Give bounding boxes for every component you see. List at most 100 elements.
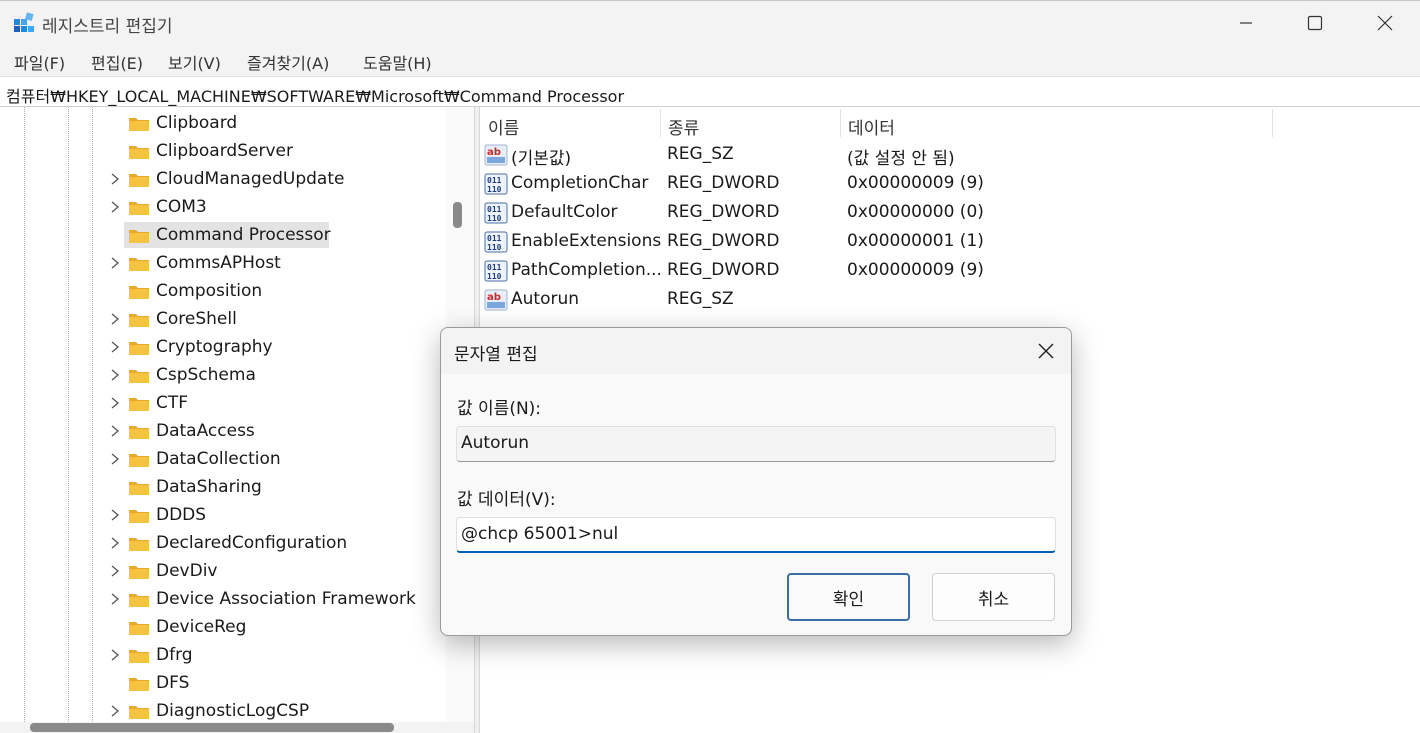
chevron-right-icon[interactable] <box>108 423 122 439</box>
tree-item-label: Dfrg <box>156 645 193 665</box>
menu-file[interactable]: 파일(F) <box>14 50 65 74</box>
tree-item[interactable]: CTF <box>0 389 446 417</box>
chevron-right-icon[interactable] <box>108 703 122 719</box>
menu-bar: 파일(F) 편집(E) 보기(V) 즐겨찾기(A) 도움말(H) <box>0 44 1420 76</box>
value-name: PathCompletion... <box>511 260 662 280</box>
tree-item-label: CommsAPHost <box>156 253 281 273</box>
value-row[interactable]: 011 110 PathCompletion... REG_DWORD 0x000000… <box>480 256 1420 285</box>
value-name: CompletionChar <box>511 173 649 193</box>
column-separator[interactable] <box>840 109 841 137</box>
tree-item[interactable]: CspSchema <box>0 361 446 389</box>
value-name: Autorun <box>511 289 580 309</box>
chevron-right-icon[interactable] <box>108 255 122 271</box>
tree-item-label: Device Association Framework <box>156 589 416 609</box>
value-data: (값 설정 안 됨) <box>847 149 955 169</box>
value-data: 0x00000009 (9) <box>847 173 984 193</box>
column-header-data[interactable]: 데이터 <box>848 114 895 139</box>
tree-item[interactable]: Clipboard <box>0 109 446 137</box>
tree-item[interactable]: DiagnosticLogCSP <box>0 697 446 725</box>
column-separator[interactable] <box>1272 109 1273 137</box>
tree-item[interactable]: DataCollection <box>0 445 446 473</box>
value-data: 0x00000009 (9) <box>847 260 984 280</box>
value-type: REG_DWORD <box>667 231 780 251</box>
column-header-type[interactable]: 종류 <box>668 114 699 139</box>
tree-item-label: CspSchema <box>156 365 256 385</box>
tree-horizontal-scroll-thumb[interactable] <box>30 723 394 732</box>
tree-item[interactable]: DDDS <box>0 501 446 529</box>
tree-item-label: CoreShell <box>156 309 237 329</box>
tree-item[interactable]: Composition <box>0 277 446 305</box>
tree-item[interactable]: Cryptography <box>0 333 446 361</box>
registry-editor-app-icon <box>14 12 34 32</box>
maximize-icon <box>1307 15 1323 31</box>
value-data-input[interactable]: @chcp 65001>nul <box>456 517 1056 553</box>
folder-icon <box>129 146 149 159</box>
dword-value-icon: 011110 <box>484 231 508 253</box>
chevron-right-icon[interactable] <box>108 451 122 467</box>
column-separator[interactable] <box>660 109 661 137</box>
chevron-right-icon[interactable] <box>108 311 122 327</box>
tree-item[interactable]: CoreShell <box>0 305 446 333</box>
key-tree-pane[interactable]: Clipboard ClipboardServer CloudManagedUpda… <box>0 107 474 733</box>
close-icon <box>1038 343 1054 359</box>
value-row[interactable]: 011 110 CompletionChar REG_DWORD 0x00000009 … <box>480 169 1420 198</box>
chevron-right-icon[interactable] <box>108 199 122 215</box>
address-bar[interactable]: 컴퓨터₩HKEY_LOCAL_MACHINE₩SOFTWARE₩Microsof… <box>0 76 1420 107</box>
value-row[interactable]: 011 110 EnableExtensions REG_DWORD 0x0000000… <box>480 227 1420 256</box>
dialog-close-button[interactable] <box>1032 337 1060 365</box>
tree-item-label: DeviceReg <box>156 617 247 637</box>
tree-item[interactable]: CommsAPHost <box>0 249 446 277</box>
address-path[interactable]: 컴퓨터₩HKEY_LOCAL_MACHINE₩SOFTWARE₩Microsof… <box>6 83 624 107</box>
tree-item[interactable]: Dfrg <box>0 641 446 669</box>
tree-item[interactable]: DataSharing <box>0 473 446 501</box>
tree-item[interactable]: DevDiv <box>0 557 446 585</box>
folder-icon <box>129 454 149 467</box>
chevron-right-icon[interactable] <box>108 535 122 551</box>
tree-vertical-scroll-thumb[interactable] <box>453 202 462 228</box>
tree-item[interactable]: Command Processor <box>0 221 446 249</box>
value-name: DefaultColor <box>511 202 618 222</box>
menu-view[interactable]: 보기(V) <box>168 50 221 74</box>
value-row[interactable]: ab (기본값) REG_SZ (값 설정 안 됨) <box>480 140 1420 169</box>
tree-item[interactable]: DeviceReg <box>0 613 446 641</box>
folder-icon <box>129 286 149 299</box>
tree-item-label: COM3 <box>156 197 207 217</box>
tree-item-label: DeclaredConfiguration <box>156 533 348 553</box>
value-row[interactable]: 011 110 DefaultColor REG_DWORD 0x00000000 (0… <box>480 198 1420 227</box>
chevron-right-icon[interactable] <box>108 591 122 607</box>
tree-item[interactable]: Device Association Framework <box>0 585 446 613</box>
chevron-right-icon[interactable] <box>108 171 122 187</box>
chevron-right-icon[interactable] <box>108 339 122 355</box>
value-type: REG_DWORD <box>667 260 780 280</box>
tree-item-label: ClipboardServer <box>156 141 293 161</box>
dword-value-icon: 011110 <box>484 202 508 224</box>
close-button[interactable] <box>1350 1 1420 45</box>
tree-item-label: DataCollection <box>156 449 281 469</box>
tree-item[interactable]: DataAccess <box>0 417 446 445</box>
column-header-name[interactable]: 이름 <box>488 114 519 139</box>
svg-text:110: 110 <box>487 185 502 194</box>
maximize-button[interactable] <box>1280 1 1350 45</box>
tree-item[interactable]: DeclaredConfiguration <box>0 529 446 557</box>
chevron-right-icon[interactable] <box>108 367 122 383</box>
tree-item-label: Cryptography <box>156 337 273 357</box>
tree-item-label: Command Processor <box>156 225 331 245</box>
tree-item[interactable]: ClipboardServer <box>0 137 446 165</box>
ok-button[interactable]: 확인 <box>787 573 910 621</box>
chevron-right-icon[interactable] <box>108 563 122 579</box>
tree-item[interactable]: CloudManagedUpdate <box>0 165 446 193</box>
minimize-button[interactable] <box>1211 1 1281 45</box>
menu-help[interactable]: 도움말(H) <box>363 50 432 74</box>
menu-favorites[interactable]: 즐겨찾기(A) <box>247 50 329 74</box>
svg-text:ab: ab <box>487 292 501 303</box>
chevron-right-icon[interactable] <box>108 507 122 523</box>
chevron-right-icon[interactable] <box>108 395 122 411</box>
value-row[interactable]: ab Autorun REG_SZ <box>480 285 1420 314</box>
tree-item[interactable]: DFS <box>0 669 446 697</box>
dialog-title: 문자열 편집 <box>454 345 538 365</box>
chevron-right-icon[interactable] <box>108 647 122 663</box>
cancel-button[interactable]: 취소 <box>932 573 1055 621</box>
menu-edit[interactable]: 편집(E) <box>91 50 143 74</box>
value-name-field[interactable]: Autorun <box>456 426 1056 462</box>
tree-item[interactable]: COM3 <box>0 193 446 221</box>
